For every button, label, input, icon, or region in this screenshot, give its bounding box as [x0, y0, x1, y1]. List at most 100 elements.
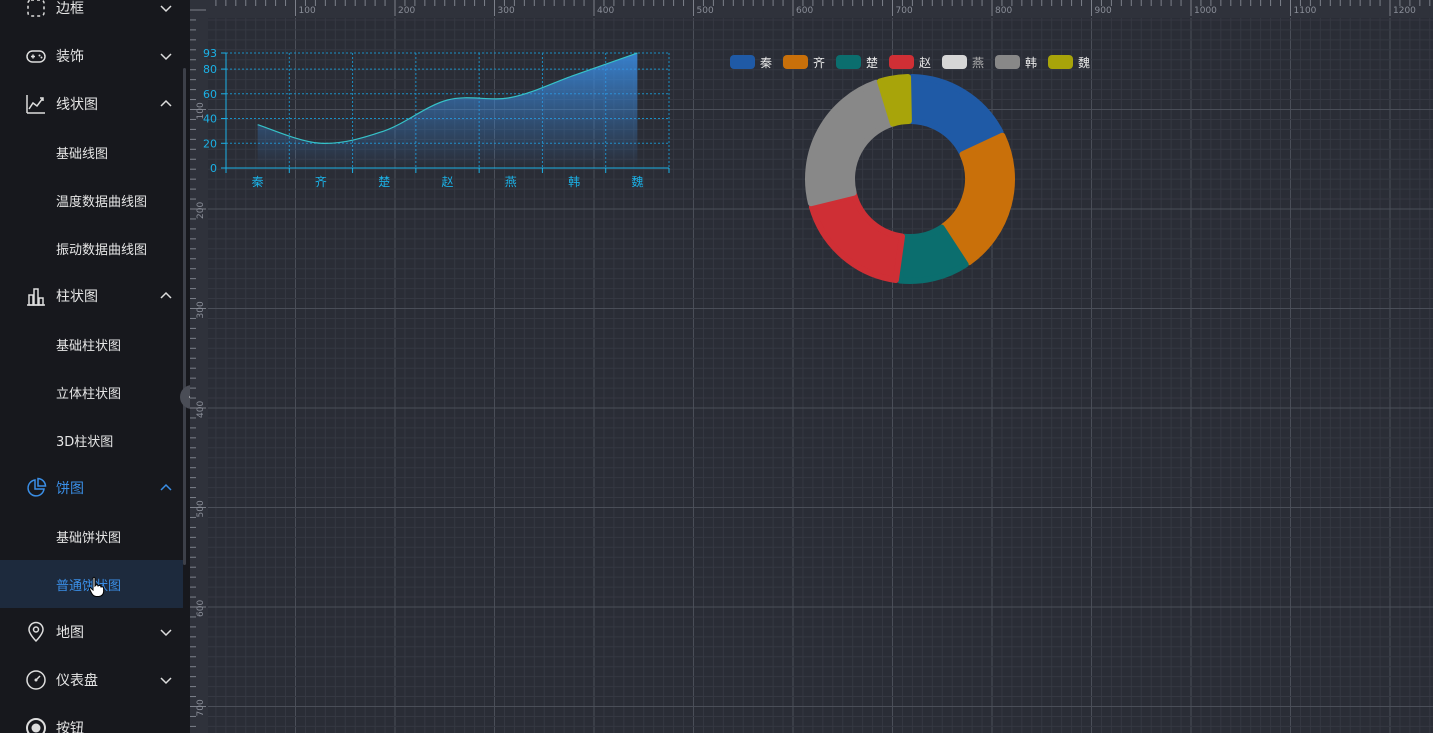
top-ruler: 0100200300400500600700800900100011001200 — [190, 0, 1433, 18]
sidebar-scrollbar[interactable] — [183, 68, 186, 565]
pie-slice[interactable] — [808, 191, 905, 284]
top-ruler-label: 800 — [995, 6, 1012, 16]
top-ruler-label: 200 — [398, 6, 415, 16]
legend-item[interactable]: 韩 — [995, 55, 1037, 70]
sidebar-item-7[interactable]: 按钮 — [0, 704, 183, 733]
left-ruler-label: 400 — [196, 401, 206, 418]
gamepad-icon — [26, 50, 46, 63]
sidebar-subitem-4-0[interactable]: 基础饼状图 — [0, 512, 183, 560]
top-ruler-label: 1200 — [1393, 6, 1416, 16]
sidebar-item-label: 地图 — [56, 625, 84, 641]
sidebar-item-label: 装饰 — [56, 49, 84, 65]
legend-swatch — [1048, 55, 1073, 69]
sidebar-item-6[interactable]: 仪表盘 — [0, 656, 183, 704]
top-ruler-label: 1000 — [1194, 6, 1217, 16]
sidebar-item-label: 按钮 — [56, 721, 84, 733]
x-tick-label: 秦 — [252, 175, 264, 189]
legend-label: 楚 — [866, 56, 878, 70]
left-ruler-label: 700 — [196, 699, 206, 716]
chevron-down-icon — [160, 677, 172, 685]
chevron-up-icon — [160, 483, 172, 491]
map-pin-icon — [28, 621, 44, 643]
sidebar-item-5[interactable]: 地图 — [0, 608, 183, 656]
pie-chart-icon — [27, 477, 47, 497]
pie-slice[interactable] — [805, 79, 894, 207]
left-ruler-label: 600 — [196, 600, 206, 617]
sidebar-subitem-2-2[interactable]: 振动数据曲线图 — [0, 224, 183, 272]
sidebar: 边框装饰线状图基础线图温度数据曲线图 振动数据曲线图柱状图基础柱状图立体柱状图 3D… — [0, 0, 190, 733]
left-ruler-label: 500 — [196, 500, 206, 517]
sidebar-subitem-2-1[interactable]: 温度数据曲线图 — [0, 176, 183, 224]
sidebar-subitem-3-2[interactable]: 3D柱状图 — [0, 416, 183, 464]
x-tick-label: 赵 — [441, 175, 453, 189]
legend-item[interactable]: 秦 — [730, 55, 772, 70]
donut-chart[interactable]: 秦 齐 楚 赵燕韩魏 — [730, 55, 1090, 284]
left-ruler: 100200300400500600700 — [190, 0, 208, 733]
legend-item[interactable]: 楚 — [836, 55, 878, 70]
area-chart[interactable]: 0 20 40 60 80 93 秦 齐 楚 赵 燕 韩 魏 — [203, 47, 670, 189]
sidebar-subitem-label: 基础柱状图 — [56, 338, 122, 354]
design-canvas[interactable]: 0 100 200 300 400 500 600 700 800 900 1000 1100 1200… — [190, 0, 1433, 733]
sidebar-subitem-label: 振动数据曲线图 — [56, 242, 148, 258]
sidebar-item-label: 饼图 — [56, 481, 84, 497]
chevron-down-icon — [160, 5, 172, 13]
legend-swatch — [836, 55, 861, 69]
gauge-icon — [26, 670, 46, 690]
sidebar-item-2[interactable]: 线状图 — [0, 80, 183, 128]
sidebar-item-1[interactable]: 装饰 — [0, 32, 183, 80]
sidebar-item-label: 仪表盘 — [56, 673, 98, 689]
left-ruler-label: 200 — [196, 202, 206, 219]
sidebar-item-3[interactable]: 柱状图 — [0, 272, 183, 320]
sidebar-subitem-label: 3D柱状图 — [56, 434, 114, 450]
sidebar-subitem-2-0[interactable]: 基础线图 — [0, 128, 183, 176]
legend-item[interactable]: 齐 — [783, 55, 825, 70]
y-tick-label: 0 — [210, 162, 217, 175]
chevron-up-icon — [160, 291, 172, 299]
top-ruler-label: 600 — [796, 6, 813, 16]
legend-swatch — [889, 55, 914, 69]
legend-swatch — [730, 55, 755, 69]
left-ruler-label: 300 — [196, 301, 206, 318]
top-ruler-label: 900 — [1095, 6, 1112, 16]
legend-swatch — [995, 55, 1020, 69]
sidebar-item-label: 线状图 — [56, 97, 98, 113]
area-fill — [257, 53, 638, 168]
legend-label: 齐 — [813, 55, 825, 70]
y-tick-label: 60 — [203, 88, 217, 101]
canvas-grid — [190, 0, 1433, 733]
legend-swatch — [942, 55, 967, 69]
legend-label: 赵 — [919, 56, 931, 70]
y-tick-label: 40 — [203, 113, 217, 126]
top-ruler-label: 500 — [697, 6, 714, 16]
y-tick-label: 93 — [203, 47, 217, 60]
legend-item[interactable]: 魏 — [1048, 55, 1090, 70]
top-ruler-label: 100 — [299, 6, 316, 16]
sidebar-subitem-label: 立体柱状图 — [56, 386, 122, 402]
legend-item[interactable]: 赵 — [889, 55, 931, 70]
sidebar-subitem-3-0[interactable]: 基础柱状图 — [0, 320, 183, 368]
chevron-down-icon — [160, 53, 172, 61]
sidebar-item-label: 边框 — [56, 1, 84, 17]
hand-cursor-icon — [88, 576, 105, 597]
x-tick-label: 燕 — [505, 175, 517, 189]
legend-swatch — [783, 55, 808, 69]
top-ruler-label: 300 — [498, 6, 515, 16]
y-tick-label: 20 — [203, 137, 217, 150]
legend-item[interactable]: 燕 — [942, 55, 984, 70]
top-ruler-label: 1100 — [1294, 6, 1317, 16]
legend-label: 秦 — [760, 56, 772, 70]
chevron-up-icon — [160, 99, 172, 107]
sidebar-subitem-label: 基础饼状图 — [56, 530, 122, 546]
dashed-square-icon — [27, 0, 45, 17]
sidebar-subitem-label: 温度数据曲线图 — [56, 194, 148, 210]
sidebar-item-0[interactable]: 边框 — [0, 0, 183, 32]
y-tick-label: 80 — [203, 63, 217, 76]
bar-chart-icon — [27, 288, 45, 306]
x-tick-label: 魏 — [631, 174, 643, 189]
top-ruler-label: 400 — [597, 6, 614, 16]
sidebar-item-4[interactable]: 饼图 — [0, 464, 183, 512]
x-tick-label: 齐 — [315, 174, 327, 189]
radio-button-icon — [26, 718, 46, 733]
sidebar-subitem-3-1[interactable]: 立体柱状图 — [0, 368, 183, 416]
line-chart-icon — [26, 95, 45, 114]
